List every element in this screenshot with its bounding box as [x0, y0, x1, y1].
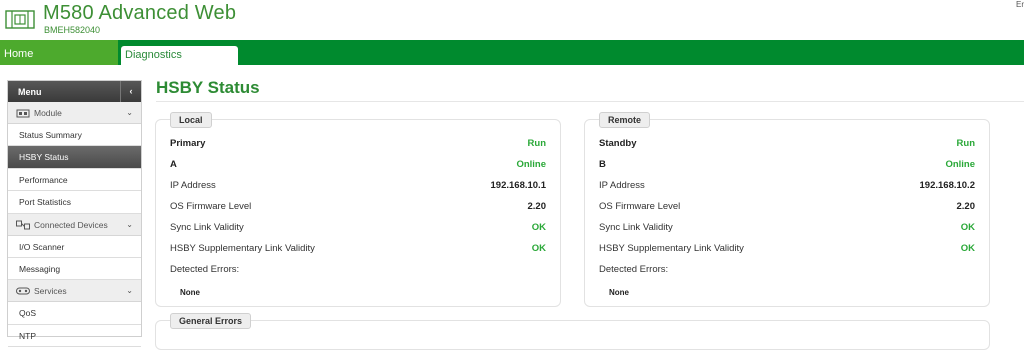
menu-header: Menu ‹: [8, 81, 141, 102]
sidebar-menu: Menu ‹ Module ⌄ Status Summary HSBY Stat…: [7, 80, 142, 348]
app-logo-icon: [5, 10, 35, 29]
supp-link-value: OK: [960, 243, 975, 254]
role-label: Primary: [170, 138, 206, 149]
sidebar-item-status-summary[interactable]: Status Summary: [8, 124, 141, 147]
chevron-down-icon: ⌄: [126, 108, 133, 117]
devices-icon: [16, 220, 30, 230]
sidebar-section-services[interactable]: Services ⌄: [8, 280, 141, 303]
app-header: M580 Advanced Web BMEH582040 Er: [0, 0, 1024, 40]
errors-label: Detected Errors:: [599, 264, 669, 275]
sidebar-item-port-statistics[interactable]: Port Statistics: [8, 191, 141, 214]
role-value: Run: [527, 138, 546, 149]
local-panel: Local Primary Run A Online IP Address 19…: [155, 112, 561, 307]
unit-row: A Online: [170, 159, 546, 173]
menu-label: Menu: [18, 87, 42, 97]
supp-link-label: HSBY Supplementary Link Validity: [170, 243, 315, 254]
sidebar-item-messaging[interactable]: Messaging: [8, 258, 141, 281]
errors-value: None: [180, 288, 200, 297]
firmware-label: OS Firmware Level: [599, 201, 681, 212]
ip-label: IP Address: [599, 180, 645, 191]
errors-value: None: [609, 288, 629, 297]
ip-row: IP Address 192.168.10.1: [170, 180, 546, 194]
page-title: HSBY Status: [156, 78, 260, 97]
sidebar-section-label: Connected Devices: [34, 219, 108, 230]
unit-label: B: [599, 159, 606, 170]
sidebar-item-performance[interactable]: Performance: [8, 169, 141, 192]
sidebar-section-label: Module: [34, 108, 62, 118]
collapse-menu-button[interactable]: ‹: [120, 81, 141, 102]
unit-row: B Online: [599, 159, 975, 173]
unit-value: Online: [516, 159, 546, 170]
sidebar-item-io-scanner[interactable]: I/O Scanner: [8, 236, 141, 258]
ip-value: 192.168.10.1: [490, 180, 546, 191]
app-title: M580 Advanced Web: [43, 2, 237, 24]
sync-link-label: Sync Link Validity: [599, 222, 673, 233]
firmware-row: OS Firmware Level 2.20: [170, 201, 546, 215]
remote-panel: Remote Standby Run B Online IP Address 1…: [584, 112, 990, 307]
main-navbar: Home Diagnostics: [0, 40, 1024, 65]
firmware-value: 2.20: [527, 201, 547, 212]
tab-home[interactable]: Home: [0, 40, 118, 65]
sidebar-section-module[interactable]: Module ⌄: [8, 102, 141, 124]
role-label: Standby: [599, 138, 637, 149]
role-row: Primary Run: [170, 138, 546, 152]
sync-link-row: Sync Link Validity OK: [599, 222, 975, 236]
panel-legend-local: Local: [170, 112, 212, 128]
supp-link-label: HSBY Supplementary Link Validity: [599, 243, 744, 254]
module-icon: [16, 109, 30, 118]
supp-link-row: HSBY Supplementary Link Validity OK: [170, 243, 546, 257]
ip-row: IP Address 192.168.10.2: [599, 180, 975, 194]
title-divider: [156, 101, 1024, 102]
panel-legend-remote: Remote: [599, 112, 651, 128]
sidebar-item-ntp[interactable]: NTP: [8, 325, 141, 348]
sidebar-item-hsby-status[interactable]: HSBY Status: [8, 146, 141, 169]
ip-value: 192.168.10.2: [919, 180, 975, 191]
sidebar-item-qos[interactable]: QoS: [8, 302, 141, 325]
panel-legend-general-errors: General Errors: [170, 313, 252, 329]
chevron-down-icon: ⌄: [126, 219, 133, 229]
chevron-down-icon: ⌄: [126, 286, 133, 296]
ip-label: IP Address: [170, 180, 216, 191]
unit-label: A: [170, 159, 177, 170]
tab-diagnostics[interactable]: Diagnostics: [121, 46, 238, 65]
role-row: Standby Run: [599, 138, 975, 152]
services-icon: [16, 287, 30, 295]
supp-link-row: HSBY Supplementary Link Validity OK: [599, 243, 975, 257]
firmware-value: 2.20: [956, 201, 976, 212]
sync-link-label: Sync Link Validity: [170, 222, 244, 233]
unit-value: Online: [945, 159, 975, 170]
general-errors-panel: General Errors: [155, 313, 990, 350]
errors-row: Detected Errors:: [599, 264, 975, 278]
errors-row: Detected Errors:: [170, 264, 546, 278]
firmware-row: OS Firmware Level 2.20: [599, 201, 975, 215]
firmware-label: OS Firmware Level: [170, 201, 252, 212]
errors-label: Detected Errors:: [170, 264, 240, 275]
sync-link-row: Sync Link Validity OK: [170, 222, 546, 236]
device-reference: BMEH582040: [44, 25, 101, 35]
sidebar-section-label: Services: [34, 286, 67, 297]
language-selector[interactable]: Er: [1016, 0, 1024, 9]
sidebar-section-connected-devices[interactable]: Connected Devices ⌄: [8, 213, 141, 236]
sync-link-value: OK: [531, 222, 546, 233]
supp-link-value: OK: [531, 243, 546, 254]
sync-link-value: OK: [960, 222, 975, 233]
role-value: Run: [956, 138, 975, 149]
